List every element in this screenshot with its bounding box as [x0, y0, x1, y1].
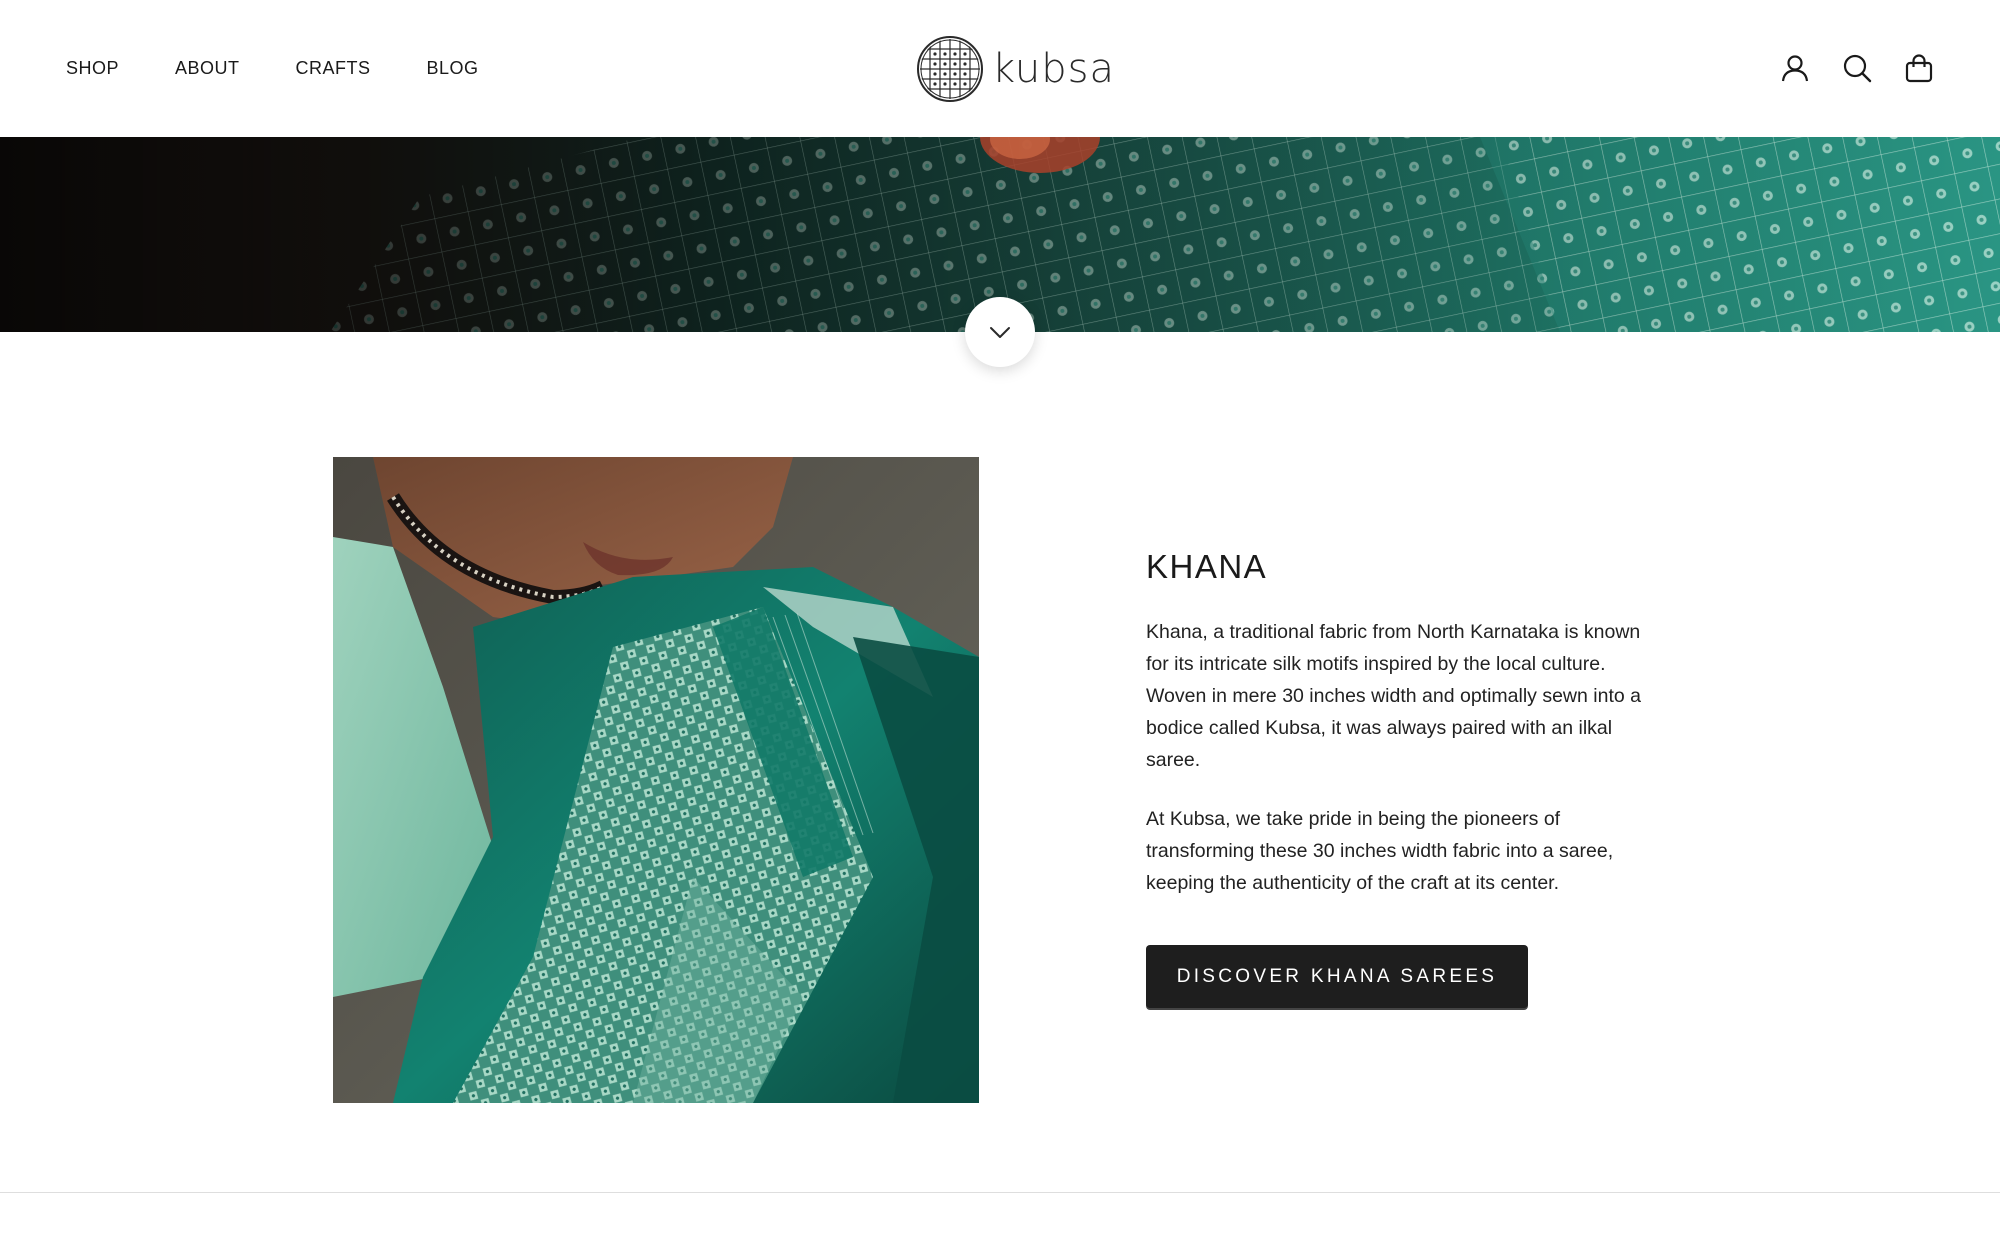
nav-about[interactable]: ABOUT [175, 56, 240, 80]
chevron-down-icon [990, 327, 1010, 338]
feature-title: KHANA [1146, 548, 1268, 585]
bag-icon[interactable] [1904, 53, 1934, 83]
nav-crafts[interactable]: CRAFTS [296, 56, 371, 80]
header-actions [1780, 53, 1934, 83]
feature-description: Khana, a traditional fabric from North K… [1146, 621, 1641, 771]
logo-mark-icon [917, 36, 983, 102]
section-divider [0, 1192, 2000, 1193]
site-header: SHOP ABOUT CRAFTS BLOG kubsa [0, 0, 2000, 137]
main-nav: SHOP ABOUT CRAFTS BLOG [66, 56, 535, 80]
khana-saree-photo [333, 457, 979, 1103]
account-icon[interactable] [1780, 53, 1810, 83]
feature-description-secondary: At Kubsa, we take pride in being the pio… [1146, 808, 1614, 894]
discover-khana-sarees-button[interactable]: DISCOVER KHANA SAREES [1146, 945, 1528, 1008]
brand-logo[interactable]: kubsa [916, 35, 1115, 103]
search-icon[interactable] [1842, 53, 1872, 83]
nav-blog[interactable]: BLOG [427, 56, 479, 80]
saree-model-photo [333, 457, 979, 1103]
feature-content: KHANA Khana, a traditional fabric from N… [1146, 548, 1666, 1008]
scroll-down-button[interactable] [965, 297, 1035, 367]
logo-wordmark: kubsa [992, 46, 1116, 92]
nav-shop[interactable]: SHOP [66, 56, 119, 80]
